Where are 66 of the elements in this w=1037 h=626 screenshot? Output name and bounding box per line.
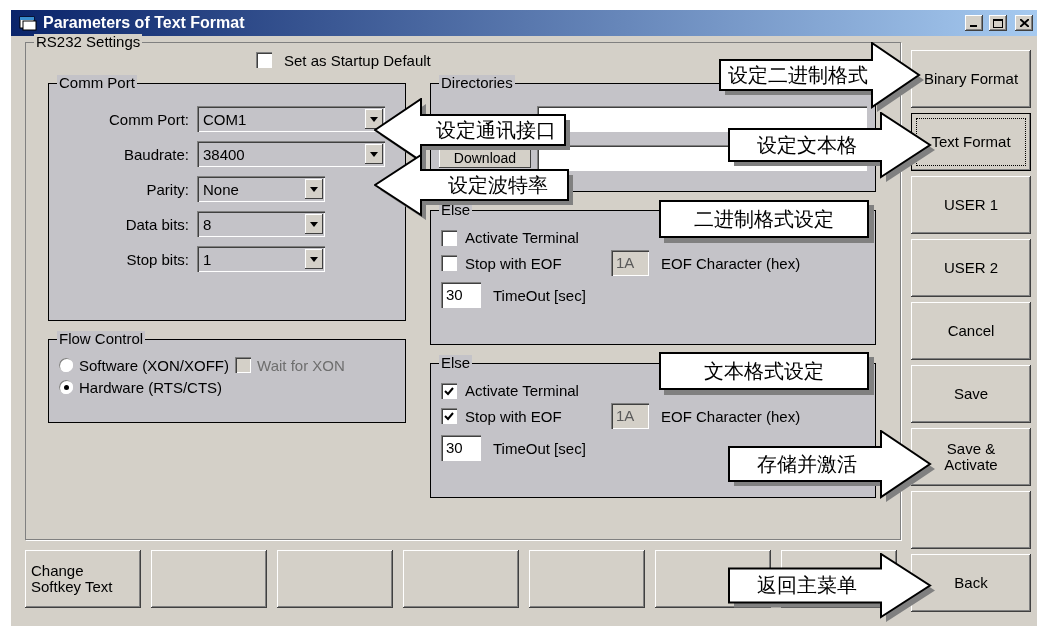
checkbox-label: Activate Terminal: [465, 229, 579, 246]
field-label: Data bits:: [124, 215, 189, 233]
callout-arrow-tooltip: 返回主菜单: [728, 553, 936, 623]
side-button[interactable]: Binary Format: [911, 50, 1031, 108]
checkbox[interactable]: [441, 408, 457, 424]
close-button[interactable]: [1015, 15, 1033, 31]
side-button[interactable]: Text Format: [911, 113, 1031, 171]
radio-button[interactable]: [59, 380, 73, 394]
field-label: TimeOut [sec]: [493, 286, 586, 304]
field-label: TimeOut [sec]: [493, 439, 586, 457]
softkey-button[interactable]: [529, 550, 645, 608]
field-label: EOF Character (hex): [661, 254, 801, 272]
field-label: Stop bits:: [125, 250, 189, 268]
dropdown-field[interactable]: 38400: [197, 141, 385, 167]
side-button[interactable]: Save & Activate: [911, 428, 1031, 486]
group-title: Directories: [439, 75, 515, 91]
dropdown-field[interactable]: 1: [197, 246, 325, 272]
side-button[interactable]: USER 1: [911, 176, 1031, 234]
close-icon: [1019, 19, 1029, 27]
softkey-button[interactable]: [403, 550, 519, 608]
maximize-icon: [993, 18, 1003, 28]
callout-arrow-tooltip: 设定二进制格式: [719, 42, 925, 113]
field-label: EOF Character (hex): [661, 407, 801, 425]
softkey-button[interactable]: [151, 550, 267, 608]
radio-label: Software (XON/XOFF): [79, 356, 230, 374]
dropdown-arrow-icon: [370, 116, 378, 122]
field-label: Parity:: [145, 180, 189, 198]
group-title: Comm Port: [57, 75, 137, 91]
text-field[interactable]: 30: [441, 435, 481, 461]
softkey-button[interactable]: [277, 550, 393, 608]
minimize-button[interactable]: [965, 15, 983, 31]
radio-button[interactable]: [59, 358, 73, 372]
dropdown-arrow-icon: [310, 256, 318, 262]
directory-button[interactable]: Download: [439, 148, 531, 168]
dropdown-field[interactable]: 8: [197, 211, 325, 237]
group-title: RS232 Settings: [34, 34, 143, 50]
checkbox[interactable]: [441, 255, 457, 271]
checkbox-label: Stop with EOF: [465, 407, 563, 425]
checkbox[interactable]: [256, 52, 272, 68]
checkbox-label: Stop with EOF: [465, 254, 563, 272]
window-icon: [19, 15, 37, 31]
softkey-button[interactable]: Change Softkey Text: [25, 550, 141, 608]
dropdown-field[interactable]: COM1: [197, 106, 385, 132]
radio-label: Hardware (RTS/CTS): [79, 378, 223, 396]
field-label: Baudrate:: [122, 145, 189, 163]
checkbox-label: Activate Terminal: [465, 382, 579, 399]
group-title: Else: [439, 355, 473, 371]
group-title: Flow Control: [57, 331, 146, 347]
checkbox-label: Set as Startup Default: [284, 51, 431, 69]
maximize-button[interactable]: [989, 15, 1007, 31]
dropdown-arrow-icon: [370, 151, 378, 157]
checkbox[interactable]: [441, 229, 457, 246]
text-field[interactable]: 30: [441, 282, 481, 308]
dropdown-field[interactable]: None: [197, 176, 325, 202]
callout-arrow-tooltip: 存储并激活: [728, 430, 936, 503]
side-button[interactable]: Cancel: [911, 302, 1031, 360]
dropdown-arrow-icon: [310, 186, 318, 192]
side-button[interactable]: [911, 491, 1031, 549]
side-button[interactable]: Save: [911, 365, 1031, 423]
field-label: Comm Port:: [108, 110, 189, 128]
side-button[interactable]: USER 2: [911, 239, 1031, 297]
window-title: Parameters of Text Format: [43, 14, 246, 32]
dropdown-arrow-icon: [310, 221, 318, 227]
side-button[interactable]: Back: [911, 554, 1031, 612]
checkbox-label: Wait for XON: [257, 356, 345, 374]
checkbox[interactable]: [441, 382, 457, 399]
